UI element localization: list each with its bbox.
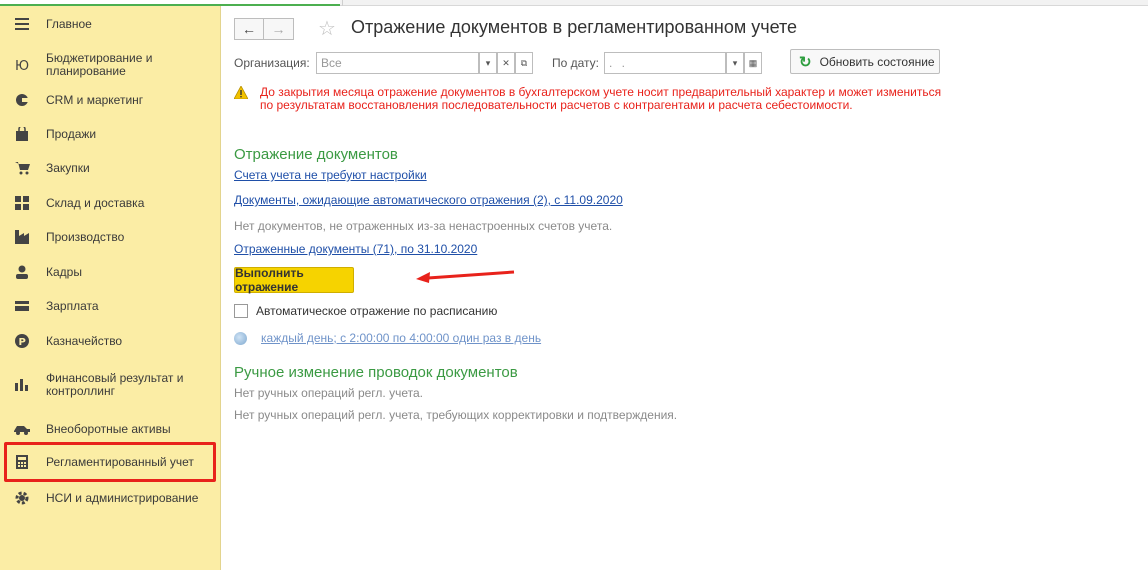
menu-lines-icon	[14, 16, 30, 32]
svg-text:P: P	[19, 337, 26, 348]
sidebar-item-label: НСИ и администрирование	[46, 490, 199, 505]
main-content: ← → ☆ Отражение документов в регламентир…	[221, 6, 1148, 570]
gear-icon	[14, 490, 30, 506]
wallet-icon	[14, 298, 30, 314]
warning-text: До закрытия месяца отражение документов …	[260, 85, 942, 112]
svg-text:Ю: Ю	[15, 59, 29, 73]
refresh-label: Обновить состояние	[819, 54, 935, 69]
clear-button[interactable]: ✕	[497, 52, 515, 74]
execute-reflection-button[interactable]: Выполнить отражение	[234, 266, 354, 294]
sidebar-item-warehouse[interactable]: Склад и доставка	[4, 193, 216, 213]
calculator-icon	[14, 454, 30, 470]
sidebar-item-label: Регламентированный учет	[46, 454, 194, 469]
refresh-button[interactable]: ↻ Обновить состояние	[790, 49, 940, 74]
dropdown-button[interactable]: ▾	[479, 52, 497, 74]
schedule-row: каждый день; с 2:00:00 по 4:00:00 один р…	[234, 331, 541, 345]
schedule-link[interactable]: каждый день; с 2:00:00 по 4:00:00 один р…	[261, 331, 541, 345]
sidebar-item-label: Склад и доставка	[46, 195, 145, 210]
red-arrow-annotation	[416, 270, 515, 283]
date-dropdown-button[interactable]: ▾	[726, 52, 744, 74]
no-manual-ops-correction-text: Нет ручных операций регл. учета, требующ…	[234, 408, 678, 422]
shopping-bag-icon	[14, 126, 30, 142]
sidebar-item-hr[interactable]: Кадры	[4, 262, 216, 282]
arrow-left-icon: ←	[242, 21, 256, 37]
page-title: Отражение документов в регламентированно…	[351, 17, 798, 37]
awaiting-documents-link[interactable]: Документы, ожидающие автоматического отр…	[234, 193, 623, 207]
refresh-icon: ↻	[799, 53, 812, 71]
sidebar-item-label: Финансовый результат и контроллинг	[46, 371, 184, 398]
reflection-heading: Отражение документов	[234, 146, 398, 163]
auto-reflection-checkbox[interactable]	[234, 304, 248, 318]
sidebar: Главное Ю Бюджетирование и планирование …	[0, 6, 221, 570]
star-icon[interactable]: ☆	[318, 16, 336, 41]
sidebar-item-financial-result[interactable]: Финансовый результат и контроллинг	[4, 370, 216, 400]
open-button[interactable]: ⧉	[515, 52, 533, 74]
bar-chart-icon	[14, 377, 30, 393]
globe-icon	[234, 331, 247, 345]
sidebar-item-label: Производство	[46, 229, 125, 244]
sidebar-item-label: Бюджетирование и планирование	[46, 51, 153, 78]
date-label: По дату:	[552, 56, 600, 70]
person-icon	[14, 264, 30, 280]
sidebar-item-label: CRM и маркетинг	[46, 92, 144, 107]
chevron-down-icon: ▾	[732, 57, 738, 68]
sidebar-item-purchases[interactable]: Закупки	[4, 158, 216, 178]
truck-icon	[14, 421, 30, 437]
sidebar-item-main[interactable]: Главное	[4, 14, 216, 34]
manual-heading: Ручное изменение проводок документов	[234, 364, 518, 381]
no-documents-text: Нет документов, не отраженных из-за нена…	[234, 219, 613, 233]
org-label: Организация:	[234, 56, 310, 70]
sidebar-item-label: Продажи	[46, 126, 97, 141]
filter-bar: Организация: Все ▾ ✕ ⧉ По дату: . . ▾ ▦ …	[234, 49, 954, 74]
arrow-right-icon: →	[271, 21, 286, 37]
cart-icon	[14, 160, 30, 176]
org-input[interactable]: Все	[316, 52, 479, 74]
budget-icon: Ю	[14, 57, 30, 73]
calendar-button[interactable]: ▦	[744, 52, 762, 74]
sidebar-item-label: Казначейство	[46, 333, 123, 348]
sidebar-item-regulated-accounting[interactable]: Регламентированный учет	[4, 442, 216, 482]
forward-button[interactable]: →	[264, 18, 294, 40]
crm-icon	[14, 92, 30, 108]
sidebar-item-sales[interactable]: Продажи	[4, 124, 216, 144]
sidebar-item-admin[interactable]: НСИ и администрирование	[4, 488, 216, 508]
close-icon: ✕	[502, 57, 510, 68]
sidebar-item-treasury[interactable]: P Казначейство	[4, 331, 216, 351]
sidebar-item-salary[interactable]: Зарплата	[4, 296, 216, 316]
calendar-icon: ▦	[748, 57, 758, 68]
sidebar-item-label: Кадры	[46, 264, 82, 279]
sidebar-item-fixed-assets[interactable]: Внеоборотные активы	[4, 419, 216, 439]
back-button[interactable]: ←	[234, 18, 264, 40]
sidebar-item-budgeting[interactable]: Ю Бюджетирование и планирование	[4, 50, 216, 80]
warning-icon	[234, 86, 248, 99]
sidebar-item-crm[interactable]: CRM и маркетинг	[4, 90, 216, 110]
chevron-down-icon: ▾	[485, 57, 491, 68]
accounts-link[interactable]: Счета учета не требуют настройки	[234, 168, 427, 182]
warehouse-icon	[14, 195, 30, 211]
date-input[interactable]: . .	[604, 52, 726, 74]
nav-buttons: ← →	[234, 18, 294, 40]
no-manual-ops-text: Нет ручных операций регл. учета.	[234, 386, 423, 400]
open-window-icon: ⧉	[520, 57, 528, 68]
sidebar-item-label: Зарплата	[46, 298, 99, 313]
sidebar-item-production[interactable]: Производство	[4, 227, 216, 247]
auto-reflection-row: Автоматическое отражение по расписанию	[234, 304, 497, 318]
auto-reflection-label: Автоматическое отражение по расписанию	[256, 304, 498, 318]
factory-icon	[14, 229, 30, 245]
reflected-documents-link[interactable]: Отраженные документы (71), по 31.10.2020	[234, 242, 477, 256]
sidebar-item-label: Главное	[46, 16, 92, 31]
ruble-coin-icon: P	[14, 333, 30, 349]
sidebar-item-label: Закупки	[46, 160, 90, 175]
sidebar-item-label: Внеоборотные активы	[46, 421, 171, 436]
